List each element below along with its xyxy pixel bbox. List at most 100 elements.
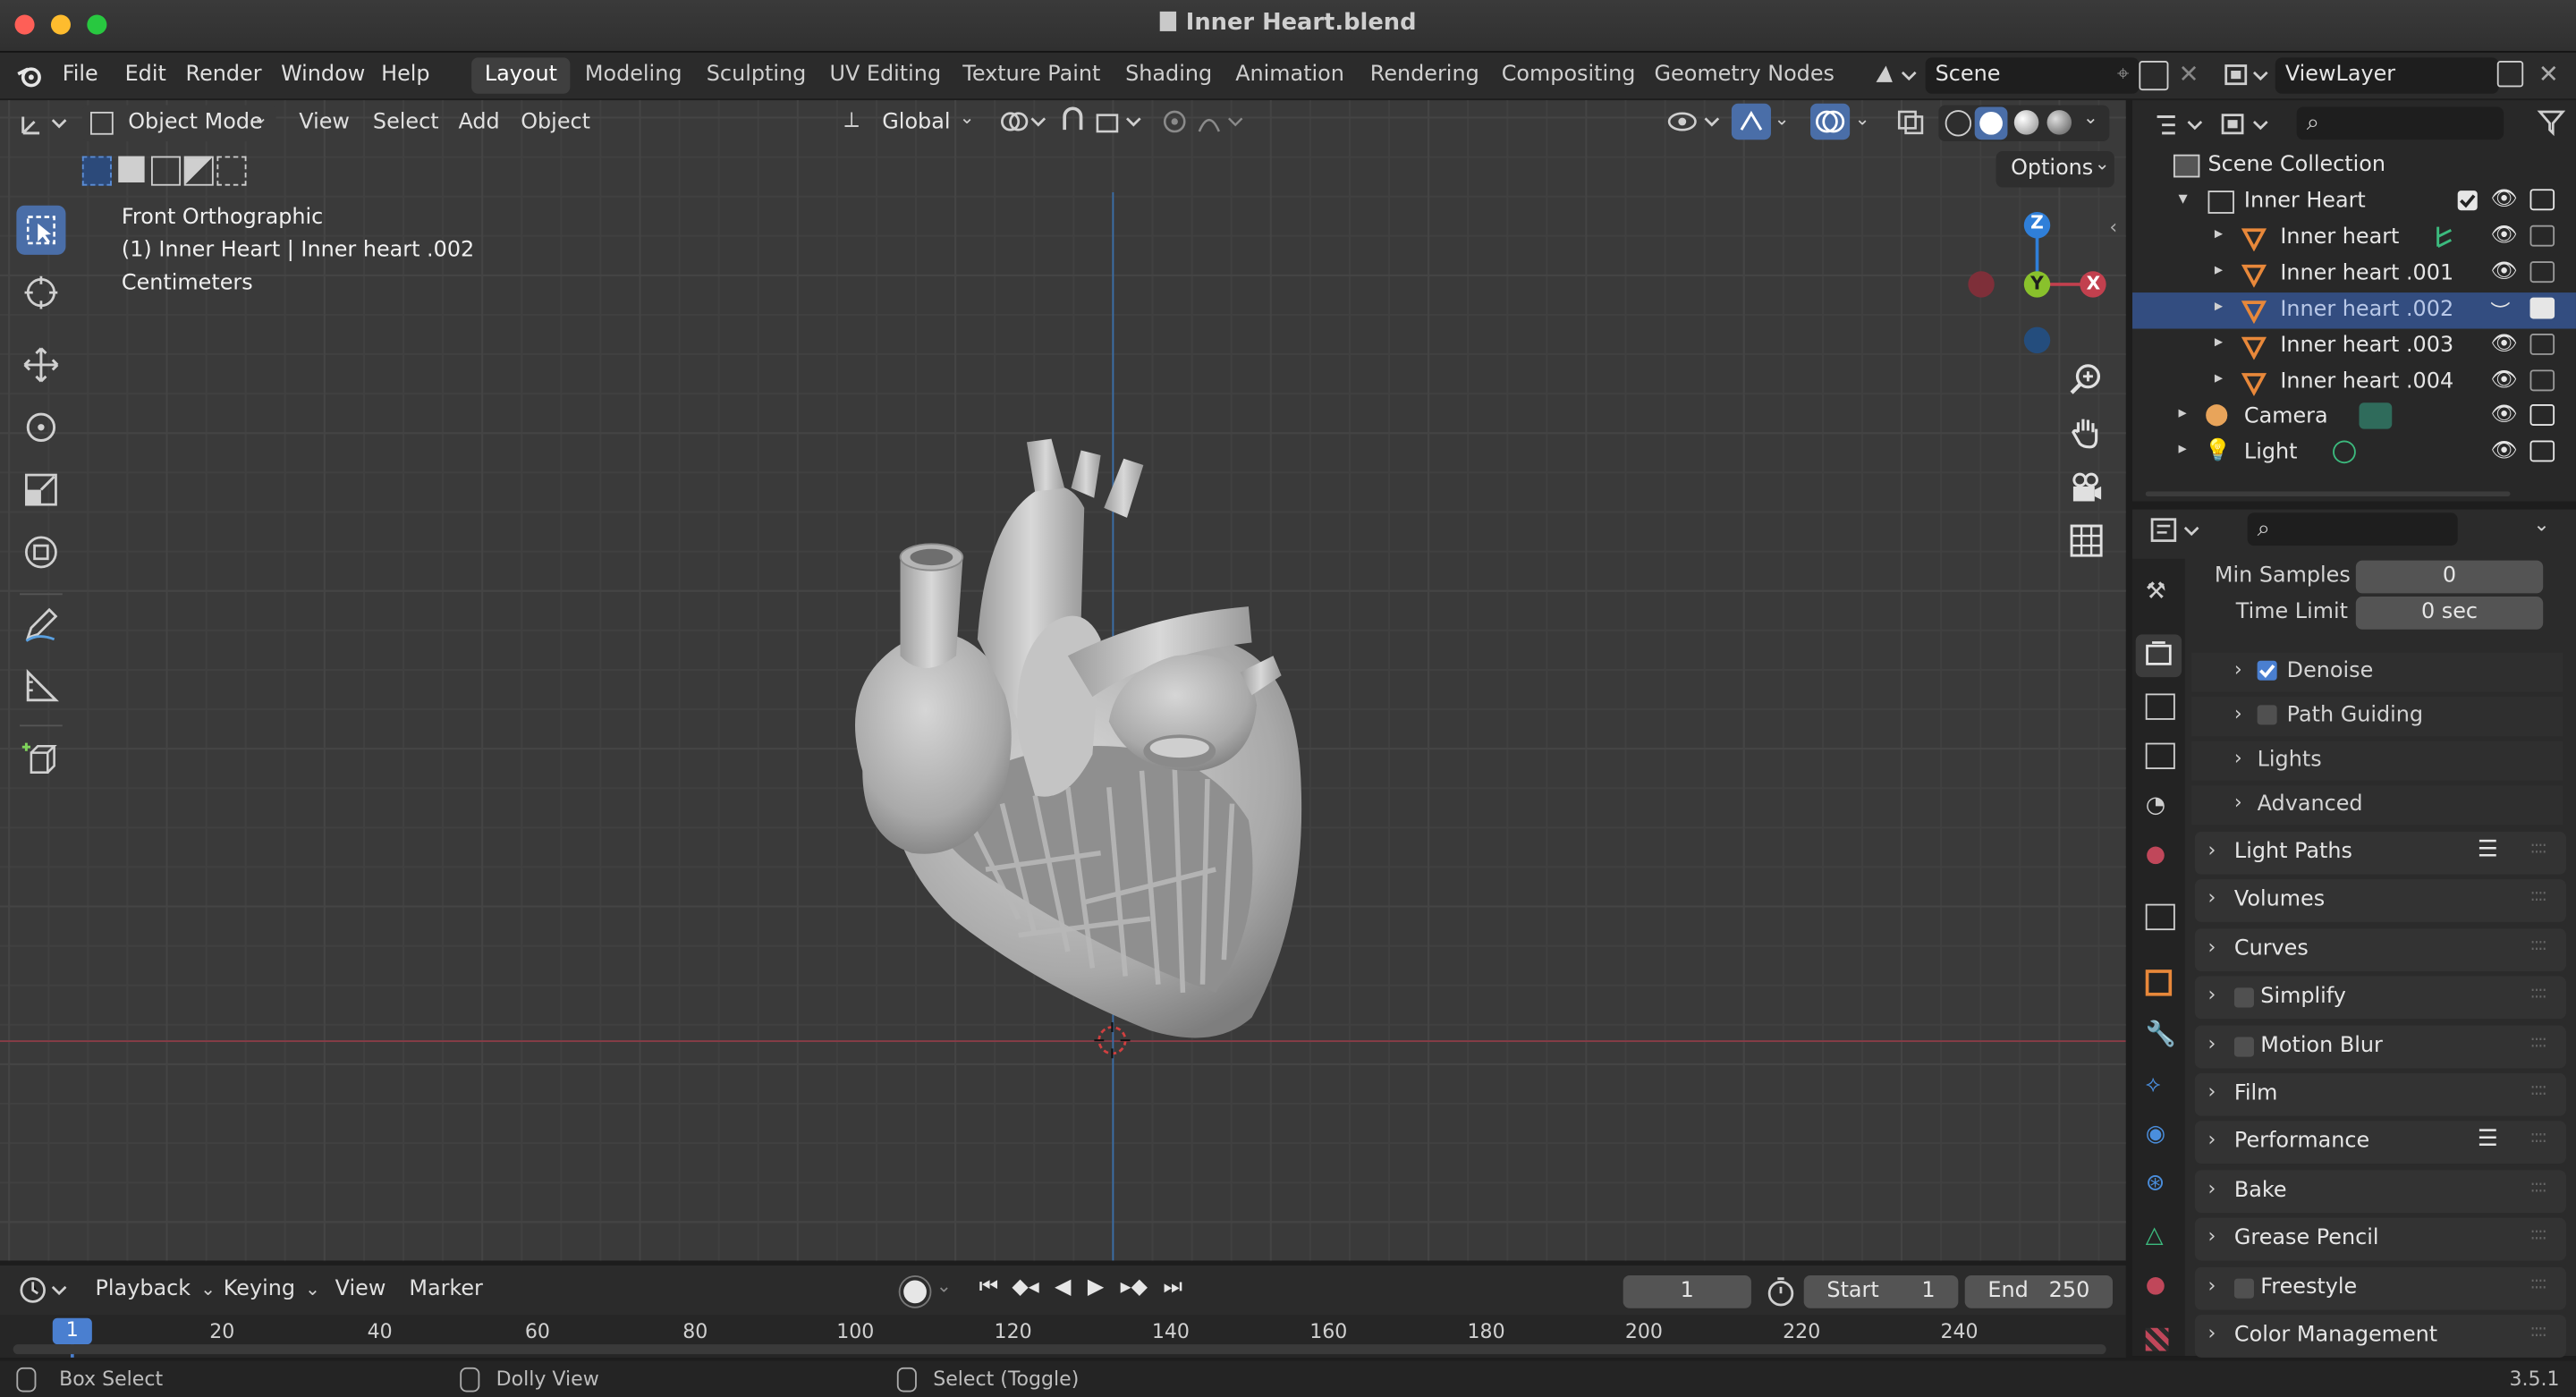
outliner-row-mesh[interactable]: ▸ Inner heart .002 ︶ xyxy=(2132,292,2576,329)
panel-light-paths[interactable]: › Light Paths ☰:::: xyxy=(2194,831,2566,875)
chevron-down-icon[interactable]: ⌄ xyxy=(936,1275,952,1297)
drag-handle-icon[interactable]: :::: xyxy=(2530,1033,2547,1051)
viewlayer-name-field[interactable]: ViewLayer xyxy=(2275,57,2499,94)
options-dropdown[interactable]: Options ⌄ xyxy=(1996,151,2114,188)
expand-arrow-icon[interactable]: ▸ xyxy=(2215,369,2223,387)
drag-handle-icon[interactable]: :::: xyxy=(2530,840,2547,858)
frame-ruler[interactable]: 1 20 40 60 80 100 120 140 160 180 200 220 240 xyxy=(0,1315,2126,1358)
min-samples-field[interactable]: 0 xyxy=(2355,560,2544,594)
subpanel-advanced[interactable]: › Advanced xyxy=(2191,785,2563,826)
outliner-row-light[interactable]: ▸ 💡 Light 👁 xyxy=(2132,436,2576,471)
denoise-checkbox[interactable] xyxy=(2257,660,2277,681)
timeline-scrollbar[interactable] xyxy=(13,1344,2106,1355)
blender-logo-icon[interactable] xyxy=(16,63,42,89)
eye-icon[interactable]: 👁 xyxy=(2490,259,2517,284)
jump-start-icon[interactable]: ⏮ xyxy=(979,1275,998,1300)
outliner-row-mesh[interactable]: ▸ Inner heart .004 👁 xyxy=(2132,365,2576,401)
outliner-row-mesh[interactable]: ▸ Inner heart 👁 xyxy=(2132,220,2576,256)
collection-checkbox[interactable] xyxy=(2457,190,2478,211)
editor-type-icon[interactable] xyxy=(16,106,69,140)
render-camera-icon[interactable] xyxy=(2529,297,2555,319)
tab-shading[interactable]: Shading xyxy=(1112,57,1224,93)
object-tab-icon[interactable] xyxy=(2145,969,2173,996)
constraints-tab-icon[interactable]: ⊛ xyxy=(2146,1170,2165,1196)
outliner-row-camera[interactable]: ▸ ⬤ Camera 👁 xyxy=(2132,400,2576,436)
expand-arrow-icon[interactable]: ▸ xyxy=(2215,298,2223,316)
outliner-scrollbar[interactable] xyxy=(2145,491,2511,496)
tab-modeling[interactable]: Modeling xyxy=(572,57,695,93)
pin-icon[interactable]: ⌖ xyxy=(2117,57,2129,93)
scale-tool[interactable] xyxy=(16,465,65,514)
view-layer-tab-icon[interactable] xyxy=(2145,742,2175,769)
output-tab-icon[interactable] xyxy=(2145,693,2175,720)
viewport-menu-select[interactable]: Select xyxy=(373,110,439,135)
viewlayer-selector-icon[interactable] xyxy=(2221,59,2270,92)
drag-handle-icon[interactable]: :::: xyxy=(2530,1178,2547,1196)
drag-handle-icon[interactable]: :::: xyxy=(2530,936,2547,954)
outliner-row-mesh[interactable]: ▸ Inner heart .001 👁 xyxy=(2132,257,2576,292)
tab-sculpting[interactable]: Sculpting xyxy=(693,57,819,93)
current-frame-indicator[interactable]: 1 xyxy=(52,1317,92,1345)
presets-list-icon[interactable]: ☰ xyxy=(2478,1126,2498,1152)
new-viewlayer-icon[interactable] xyxy=(2496,60,2524,88)
rendered-shading-icon[interactable] xyxy=(2046,110,2072,135)
timeline-menu-view[interactable]: View xyxy=(335,1277,386,1302)
select-new-icon[interactable] xyxy=(81,156,112,186)
zoom-icon[interactable] xyxy=(2067,360,2106,399)
particles-tab-icon[interactable]: ⟡ xyxy=(2146,1071,2161,1097)
tab-animation[interactable]: Animation xyxy=(1223,57,1358,93)
expand-arrow-icon[interactable]: ▸ xyxy=(2215,261,2223,279)
select-box-tool[interactable] xyxy=(16,205,66,255)
mode-dropdown[interactable]: Object Mode ⌄ xyxy=(81,105,276,142)
drag-handle-icon[interactable]: :::: xyxy=(2530,1226,2547,1244)
start-frame-field[interactable]: Start 1 xyxy=(1803,1274,1959,1308)
texture-tab-icon[interactable] xyxy=(2145,1327,2169,1351)
eye-icon[interactable]: 👁 xyxy=(2490,332,2517,357)
motion-blur-checkbox[interactable] xyxy=(2233,1036,2254,1056)
next-keyframe-icon[interactable]: ▸◆ xyxy=(1121,1275,1148,1300)
drag-handle-icon[interactable]: :::: xyxy=(2530,1130,2547,1147)
stopwatch-icon[interactable] xyxy=(1765,1275,1798,1308)
chevron-down-icon[interactable]: ⌄ xyxy=(2533,512,2549,536)
material-tab-icon[interactable]: ● xyxy=(2146,1272,2165,1298)
drag-handle-icon[interactable]: :::: xyxy=(2530,1081,2547,1099)
menu-file[interactable]: File xyxy=(63,63,98,88)
outliner-row-mesh[interactable]: ▸ Inner heart .003 👁 xyxy=(2132,329,2576,365)
xray-toggle-icon[interactable] xyxy=(1893,106,1928,139)
play-reverse-icon[interactable]: ◀ xyxy=(1055,1275,1071,1300)
select-invert-icon[interactable] xyxy=(183,156,214,186)
scene-tab-icon[interactable]: ◔ xyxy=(2146,792,2165,818)
modifier-wrench-icon[interactable]: 🔧 xyxy=(2146,1019,2176,1048)
expand-arrow-icon[interactable]: ▸ xyxy=(2178,440,2186,458)
select-extend-icon[interactable] xyxy=(118,156,145,182)
subpanel-path-guiding[interactable]: › Path Guiding xyxy=(2191,697,2563,737)
render-tab[interactable] xyxy=(2135,634,2182,678)
select-intersect-icon[interactable] xyxy=(216,156,247,186)
eye-icon[interactable]: 👁 xyxy=(2490,368,2517,394)
navigation-gizmo[interactable]: Z Y X xyxy=(1965,206,2113,357)
current-frame-field[interactable]: 1 xyxy=(1623,1274,1751,1308)
heart-model[interactable] xyxy=(821,327,1330,1051)
material-preview-icon[interactable] xyxy=(2013,110,2039,135)
simplify-checkbox[interactable] xyxy=(2233,987,2254,1008)
drag-handle-icon[interactable]: :::: xyxy=(2530,1274,2547,1292)
measure-tool[interactable] xyxy=(16,663,65,712)
timeline-menu-marker[interactable]: Marker xyxy=(409,1277,483,1302)
panel-film[interactable]: › Film:::: xyxy=(2194,1072,2566,1116)
pivot-point-icon[interactable] xyxy=(996,106,1048,139)
display-mode-icon[interactable] xyxy=(2218,108,2277,141)
freestyle-checkbox[interactable] xyxy=(2233,1277,2254,1298)
viewport-menu-object[interactable]: Object xyxy=(521,110,590,135)
subpanel-lights[interactable]: › Lights xyxy=(2191,741,2563,781)
outliner-editor-type-icon[interactable] xyxy=(2152,108,2211,141)
record-icon[interactable] xyxy=(900,1276,930,1307)
jump-end-icon[interactable]: ⏭ xyxy=(1163,1275,1182,1300)
time-limit-field[interactable]: 0 sec xyxy=(2355,597,2544,630)
rotate-tool[interactable] xyxy=(16,402,65,452)
tab-compositing[interactable]: Compositing xyxy=(1488,57,1648,93)
camera-view-icon[interactable] xyxy=(2067,469,2106,508)
panel-bake[interactable]: › Bake:::: xyxy=(2194,1169,2566,1213)
move-tool[interactable] xyxy=(16,340,65,389)
tab-uv-editing[interactable]: UV Editing xyxy=(817,57,954,93)
panel-performance[interactable]: › Performance ☰:::: xyxy=(2194,1121,2566,1164)
